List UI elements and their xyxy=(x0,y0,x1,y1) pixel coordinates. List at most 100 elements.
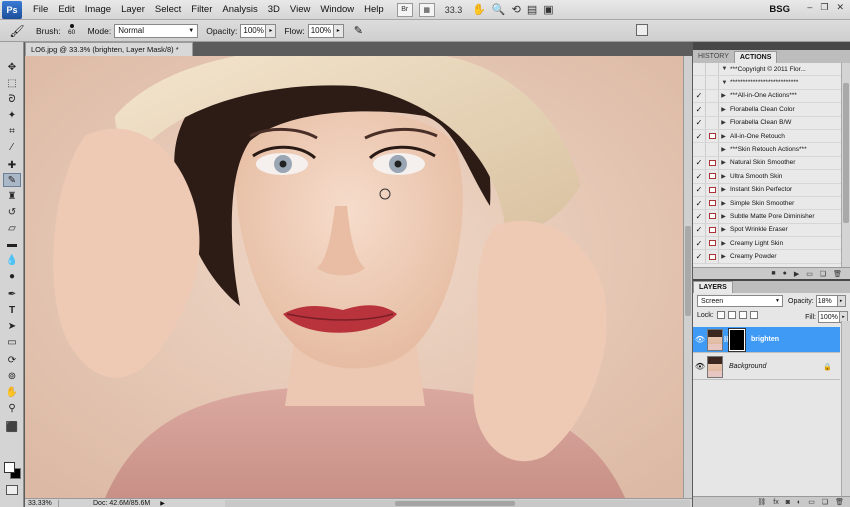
dialog-toggle[interactable] xyxy=(706,103,719,116)
status-zoom[interactable]: 33.33% xyxy=(25,499,59,507)
expand-right-icon[interactable]: ▶ xyxy=(719,119,728,126)
tab-layers[interactable]: LAYERS xyxy=(693,281,733,293)
layer-style-icon[interactable]: fx xyxy=(773,499,778,506)
menu-window[interactable]: Window xyxy=(315,0,359,20)
expand-right-icon[interactable]: ▶ xyxy=(719,92,728,99)
3d-orbit-tool-icon[interactable]: ⊚ xyxy=(3,369,21,383)
dialog-toggle[interactable] xyxy=(706,89,719,103)
action-row[interactable]: ▶ ***Skin Retouch Actions*** xyxy=(693,143,841,157)
checkmark-icon[interactable]: ✓ xyxy=(693,196,706,210)
minimize-icon[interactable]: – xyxy=(807,2,812,13)
dodge-tool-icon[interactable]: ● xyxy=(3,269,21,283)
adjustment-layer-icon[interactable]: ◐ xyxy=(797,499,801,506)
gradient-tool-icon[interactable]: ▬ xyxy=(3,237,21,251)
dialog-toggle[interactable] xyxy=(706,76,719,89)
actions-scroll-thumb[interactable] xyxy=(843,83,849,223)
menu-analysis[interactable]: Analysis xyxy=(217,0,262,20)
checkmark-icon[interactable]: ✓ xyxy=(693,250,706,263)
action-row[interactable]: ▼ ***Copyright © 2011 Flor... xyxy=(693,63,841,77)
document-tab[interactable]: LO6.jpg @ 33.3% (brighten, Layer Mask/8)… xyxy=(25,42,193,56)
menu-file[interactable]: File xyxy=(28,0,53,20)
brush-tool-icon[interactable]: ✎ xyxy=(3,173,21,187)
action-row[interactable]: ✓ ▶ Creamy Light Skin xyxy=(693,237,841,251)
opacity-input[interactable]: 100% xyxy=(240,23,267,38)
eye-icon[interactable]: 👁 xyxy=(693,335,707,344)
stop-icon[interactable]: ■ xyxy=(771,270,775,277)
dialog-toggle[interactable] xyxy=(706,223,719,237)
flow-slider-button[interactable]: ▸ xyxy=(333,23,344,38)
expand-right-icon[interactable]: ▶ xyxy=(719,106,728,113)
action-row[interactable]: ✓ ▶ ***All-in-One Actions*** xyxy=(693,89,841,104)
action-row[interactable]: ✓ ▶ Natural Skin Smoother xyxy=(693,156,841,171)
action-row[interactable]: ✓ ▶ Florabella Clean Color xyxy=(693,103,841,117)
lock-transparent-icon[interactable] xyxy=(716,311,725,319)
expand-right-icon[interactable]: ▶ xyxy=(719,253,728,260)
lock-pixels-icon[interactable] xyxy=(727,311,736,319)
dialog-toggle[interactable] xyxy=(706,143,719,156)
delete-icon[interactable]: 🗑 xyxy=(833,270,842,278)
expand-right-icon[interactable]: ▶ xyxy=(719,213,728,220)
layer-opacity-input[interactable]: 18% xyxy=(815,295,838,307)
dialog-toggle[interactable] xyxy=(706,116,719,129)
marquee-tool-icon[interactable]: ⬚ xyxy=(3,76,21,90)
eraser-tool-icon[interactable]: ▱ xyxy=(3,221,21,235)
layer-thumbnail[interactable] xyxy=(707,355,723,378)
menu-help[interactable]: Help xyxy=(359,0,389,20)
toggle-empty-icon[interactable] xyxy=(693,76,706,89)
view-extras-button[interactable]: ▦ xyxy=(418,2,435,17)
action-row[interactable]: ✓ ▶ Florabella Clean B/W xyxy=(693,116,841,130)
record-icon[interactable]: ● xyxy=(783,270,787,277)
mode-select[interactable]: Normal ▼ xyxy=(114,23,199,38)
close-icon[interactable]: ✕ xyxy=(836,2,844,13)
dialog-toggle[interactable] xyxy=(706,250,719,263)
history-brush-tool-icon[interactable]: ↺ xyxy=(3,205,21,219)
eyedropper-tool-icon[interactable]: ⁄ xyxy=(3,140,21,154)
expand-right-icon[interactable]: ▶ xyxy=(719,186,728,193)
horizontal-scrollbar[interactable] xyxy=(225,500,690,507)
new-set-icon[interactable]: ▭ xyxy=(806,270,813,278)
menu-3d[interactable]: 3D xyxy=(263,0,285,20)
checkmark-icon[interactable]: ✓ xyxy=(693,210,706,223)
action-row[interactable]: ✓ ▶ Instant Skin Perfector xyxy=(693,183,841,197)
tab-history[interactable]: HISTORY xyxy=(693,51,734,63)
checkmark-icon[interactable]: ✓ xyxy=(693,156,706,170)
tool-preset-brush-icon[interactable]: 🖌 xyxy=(6,22,28,40)
link-layers-icon[interactable]: ⛓ xyxy=(757,498,766,506)
new-layer-icon[interactable]: ❏ xyxy=(822,498,828,506)
action-row[interactable]: ▼ *************************** xyxy=(693,76,841,90)
path-selection-tool-icon[interactable]: ➤ xyxy=(3,319,21,333)
flow-input[interactable]: 100% xyxy=(307,23,334,38)
type-tool-icon[interactable]: T xyxy=(3,303,21,317)
vertical-scroll-thumb[interactable] xyxy=(685,226,691,316)
layer-thumbnail[interactable] xyxy=(707,328,723,351)
hand-tool-icon[interactable]: ✋ xyxy=(3,385,21,399)
dialog-toggle[interactable] xyxy=(706,156,719,170)
layers-scrollbar[interactable] xyxy=(841,321,850,496)
menu-view[interactable]: View xyxy=(285,0,315,20)
status-menu-arrow-icon[interactable]: ▶ xyxy=(160,500,165,507)
opacity-slider-button[interactable]: ▸ xyxy=(266,23,277,38)
expand-down-icon[interactable]: ▼ xyxy=(719,80,728,86)
layer-name[interactable]: Background xyxy=(729,363,766,370)
zoom-tool-icon[interactable]: 🔍 xyxy=(492,3,506,16)
expand-right-icon[interactable]: ▶ xyxy=(719,173,728,180)
dialog-toggle[interactable] xyxy=(706,183,719,196)
eye-icon[interactable]: 👁 xyxy=(693,362,707,371)
quick-mask-icon[interactable] xyxy=(6,485,18,495)
action-row[interactable]: ✓ ▶ Ultra Smooth Skin xyxy=(693,170,841,184)
brush-preset-picker[interactable]: 60 xyxy=(64,22,80,40)
expand-right-icon[interactable]: ▶ xyxy=(719,146,728,153)
lock-all-icon[interactable] xyxy=(749,311,758,319)
checkmark-icon[interactable]: ✓ xyxy=(693,237,706,250)
add-mask-icon[interactable]: ◙ xyxy=(786,499,790,506)
shape-tool-icon[interactable]: ▭ xyxy=(3,335,21,349)
airbrush-icon[interactable]: ✎ xyxy=(354,24,363,37)
new-action-icon[interactable]: ❏ xyxy=(820,270,826,278)
menu-select[interactable]: Select xyxy=(150,0,186,20)
checkmark-icon[interactable]: ✓ xyxy=(693,129,706,143)
layer-row-brighten[interactable]: 👁 ⛓ brighten xyxy=(693,327,840,353)
action-row[interactable]: ✓ ▶ Subtle Matte Pore Diminisher xyxy=(693,210,841,224)
pen-tool-icon[interactable]: ✒ xyxy=(3,287,21,301)
crop-tool-icon[interactable]: ⌗ xyxy=(3,124,21,138)
checkmark-icon[interactable]: ✓ xyxy=(693,183,706,196)
